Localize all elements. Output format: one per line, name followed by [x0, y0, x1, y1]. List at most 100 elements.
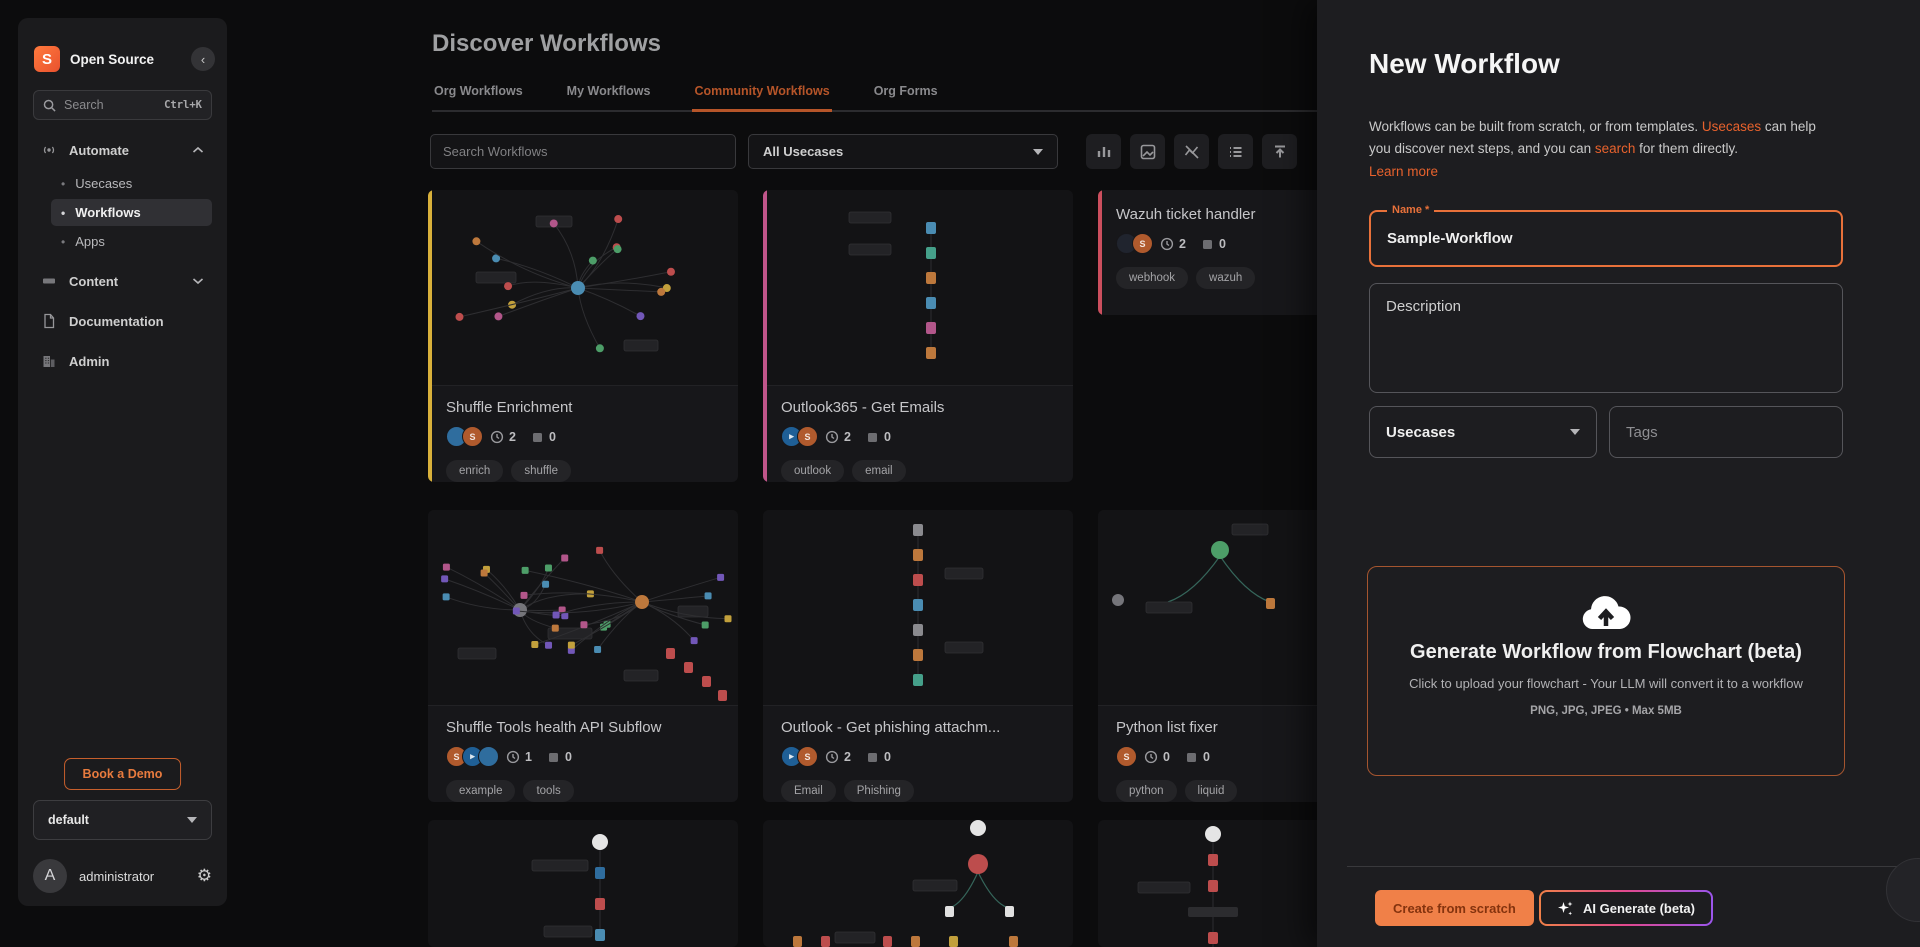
- workflow-card[interactable]: Shuffle Enrichment S 2 0 enrich shuffle: [428, 190, 738, 482]
- sidebar-item-apps[interactable]: Apps: [51, 228, 212, 255]
- tag-chip[interactable]: shuffle: [511, 460, 572, 482]
- sidebar-item-admin[interactable]: Admin: [33, 347, 212, 375]
- run-count: 2: [1160, 237, 1186, 251]
- chevron-down-icon: [192, 278, 204, 285]
- sidebar-item-workflows[interactable]: Workflows: [51, 199, 212, 226]
- chevron-down-icon: [1033, 148, 1043, 155]
- upload-formats: PNG, JPG, JPEG • Max 5MB: [1530, 705, 1682, 717]
- search-icon: [43, 99, 56, 112]
- workflow-thumbnail: [428, 190, 738, 386]
- user-name: administrator: [79, 868, 155, 884]
- workflow-card[interactable]: Outlook365 - Get Emails ▸ S 2 0 outlook e…: [763, 190, 1073, 482]
- workflow-search-field: [430, 134, 736, 169]
- tag-chip[interactable]: outlook: [781, 460, 845, 482]
- workflow-title: Shuffle Enrichment: [446, 399, 573, 416]
- workflow-name-field: Name *: [1369, 204, 1843, 267]
- workflow-title: Shuffle Tools health API Subflow: [446, 719, 662, 736]
- shuffle-icon: S: [797, 746, 818, 767]
- shuffle-icon: S: [462, 426, 483, 447]
- document-icon: [44, 313, 55, 329]
- workflow-thumbnail: [428, 820, 738, 947]
- sidebar-search-field: Ctrl+K: [33, 90, 212, 120]
- tag-chip[interactable]: wazuh: [1196, 267, 1256, 289]
- view-toolbar: [1086, 134, 1297, 169]
- copy-count: 0: [530, 430, 556, 444]
- tag-chip[interactable]: tools: [523, 780, 574, 802]
- chevron-down-icon: [187, 817, 197, 823]
- sidebar-item-automate[interactable]: Automate: [33, 136, 212, 164]
- tag-chip[interactable]: liquid: [1184, 780, 1238, 802]
- chevron-down-icon: [1570, 429, 1580, 435]
- run-count: 0: [1144, 750, 1170, 764]
- line-chart-off-icon[interactable]: [1174, 134, 1209, 169]
- workflow-card[interactable]: Shuffle Tools health API Subflow S ▸ 1 0 …: [428, 510, 738, 802]
- ai-generate-button[interactable]: AI Generate (beta): [1539, 890, 1713, 926]
- workflow-thumbnail: [763, 820, 1073, 947]
- sidebar-search-input[interactable]: [64, 98, 154, 112]
- usecases-link[interactable]: Usecases: [1702, 119, 1761, 134]
- tags-input[interactable]: [1610, 407, 1842, 457]
- workflow-card[interactable]: [428, 820, 738, 947]
- tag-chip[interactable]: enrich: [446, 460, 504, 482]
- shuffle-icon: S: [797, 426, 818, 447]
- tab-community-workflows[interactable]: Community Workflows: [692, 84, 832, 112]
- tab-my-workflows[interactable]: My Workflows: [565, 84, 653, 112]
- bar-chart-icon[interactable]: [1086, 134, 1121, 169]
- tab-org-workflows[interactable]: Org Workflows: [432, 84, 525, 112]
- workflow-card[interactable]: [763, 820, 1073, 947]
- run-count: 2: [825, 430, 851, 444]
- usecase-filter-select[interactable]: All Usecases: [748, 134, 1058, 169]
- learn-more-link[interactable]: Learn more: [1369, 161, 1841, 183]
- workflow-search-input[interactable]: [443, 135, 723, 168]
- workflow-card[interactable]: Outlook - Get phishing attachm... ▸ S 2 0…: [763, 510, 1073, 802]
- sidebar-item-content[interactable]: Content: [33, 267, 212, 295]
- tag-chip[interactable]: webhook: [1116, 267, 1189, 289]
- new-workflow-drawer: New Workflow Workflows can be built from…: [1317, 0, 1920, 947]
- tag-chip[interactable]: email: [852, 460, 906, 482]
- usecases-select[interactable]: Usecases: [1369, 406, 1597, 458]
- org-selector[interactable]: default: [33, 800, 212, 840]
- sidebar-item-documentation[interactable]: Documentation: [33, 307, 212, 335]
- user-menu[interactable]: A administrator ⚙: [33, 856, 212, 896]
- sparkles-icon: [1558, 901, 1573, 915]
- page-title: Discover Workflows: [432, 30, 661, 57]
- shuffle-icon: S: [1116, 746, 1137, 767]
- copy-count: 0: [1200, 237, 1226, 251]
- tag-chip[interactable]: python: [1116, 780, 1177, 802]
- card-accent-bar: [763, 190, 767, 482]
- create-from-scratch-button[interactable]: Create from scratch: [1375, 890, 1534, 926]
- copy-count: 0: [1184, 750, 1210, 764]
- tabs-bar: Org Workflows My Workflows Community Wor…: [432, 84, 1318, 112]
- search-link[interactable]: search: [1595, 141, 1636, 156]
- sidebar: S Open Source ‹ Ctrl+K Automate Usecases…: [18, 18, 227, 906]
- upload-icon[interactable]: [1262, 134, 1297, 169]
- shield-icon: [478, 746, 499, 767]
- flowchart-upload-dropzone[interactable]: Generate Workflow from Flowchart (beta) …: [1367, 566, 1845, 776]
- broadcast-icon: [43, 146, 55, 154]
- workflow-thumbnail: [428, 510, 738, 706]
- collapse-sidebar-button[interactable]: ‹: [191, 47, 215, 71]
- book-demo-button[interactable]: Book a Demo: [63, 758, 182, 790]
- list-icon[interactable]: [1218, 134, 1253, 169]
- search-shortcut: Ctrl+K: [164, 99, 202, 111]
- drawer-divider: [1347, 866, 1920, 867]
- tag-chip[interactable]: example: [446, 780, 516, 802]
- tag-chip[interactable]: Phishing: [843, 780, 914, 802]
- image-icon[interactable]: [1130, 134, 1165, 169]
- content-icon: [43, 278, 55, 284]
- workflow-name-input[interactable]: [1371, 212, 1841, 265]
- drawer-title: New Workflow: [1369, 48, 1560, 79]
- copy-count: 0: [546, 750, 572, 764]
- cloud-upload-icon: [1582, 596, 1631, 629]
- sidebar-item-usecases[interactable]: Usecases: [51, 170, 212, 197]
- upload-title: Generate Workflow from Flowchart (beta): [1410, 641, 1802, 663]
- avatar: A: [33, 859, 67, 893]
- copy-count: 0: [865, 750, 891, 764]
- tag-chip[interactable]: Email: [781, 780, 836, 802]
- workflow-description-input[interactable]: [1370, 284, 1842, 392]
- upload-subtitle: Click to upload your flowchart - Your LL…: [1409, 676, 1803, 691]
- workflow-description-field: [1369, 283, 1843, 393]
- gear-icon[interactable]: ⚙: [197, 866, 212, 886]
- tab-org-forms[interactable]: Org Forms: [872, 84, 940, 112]
- workflow-title: Outlook - Get phishing attachm...: [781, 719, 1001, 736]
